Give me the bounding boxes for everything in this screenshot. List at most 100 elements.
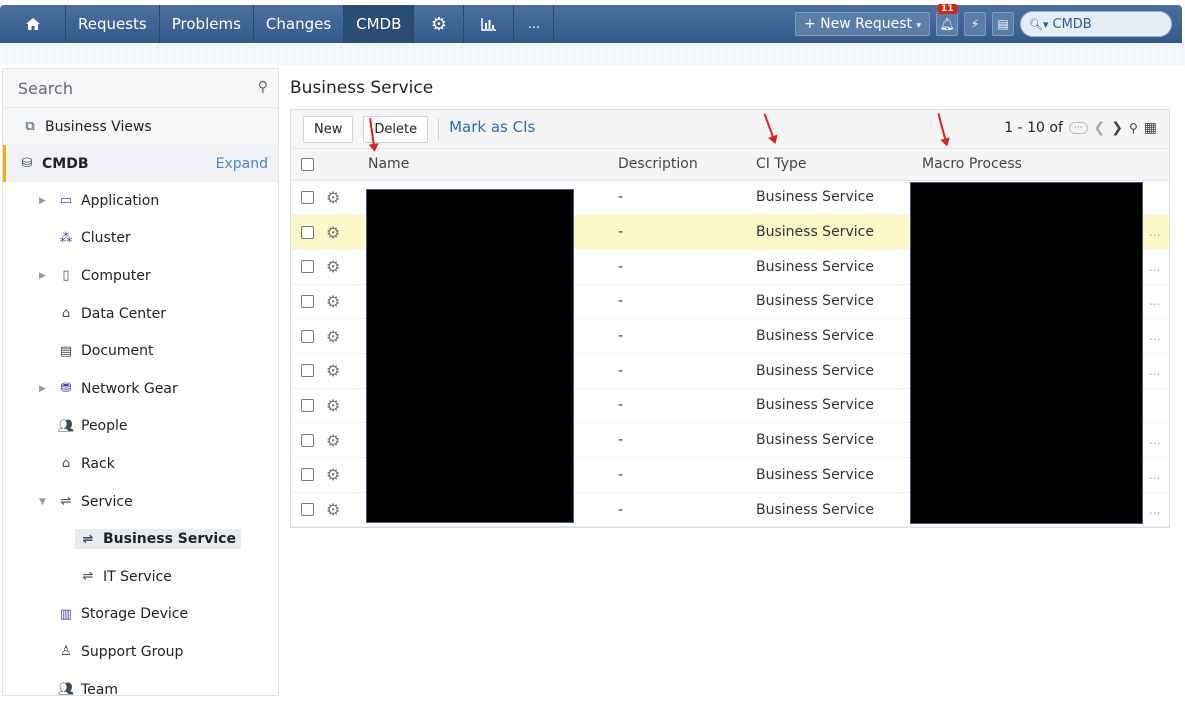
- sidebar-item-label: Business Service: [103, 531, 236, 548]
- sidebar-item-computer[interactable]: ▶ ▯ Computer: [3, 257, 278, 295]
- gear-icon[interactable]: ⚙: [326, 396, 340, 415]
- search-icon: 🔍︎▾: [1029, 17, 1049, 31]
- sidebar-item-cmdb[interactable]: ⛁ CMDB Expand: [3, 145, 278, 182]
- collapse-arrow-icon[interactable]: ▼: [39, 497, 57, 507]
- sidebar-item-people[interactable]: 👥︎ People: [3, 408, 278, 446]
- row-checkbox[interactable]: [301, 260, 314, 274]
- gear-icon[interactable]: ⚙: [326, 500, 340, 519]
- sidebar: Search ⚲ ⧉ Business Views ⛁ CMDB Expand …: [2, 68, 279, 698]
- more-cell: ...: [1149, 492, 1169, 528]
- quick-actions-button[interactable]: ⚡︎: [964, 12, 986, 36]
- ci-type-cell: Business Service: [756, 180, 922, 216]
- gear-icon[interactable]: ⚙: [326, 465, 340, 484]
- sidebar-item-label: IT Service: [103, 568, 172, 585]
- sidebar-item-rack[interactable]: ⌂ Rack: [3, 445, 278, 483]
- sidebar-item-data-center[interactable]: ⌂ Data Center: [3, 295, 278, 333]
- description-cell: -: [618, 353, 756, 389]
- row-checkbox[interactable]: [301, 225, 314, 239]
- tab-cmdb[interactable]: CMDB: [344, 5, 415, 43]
- sidebar-search-placeholder: Search: [18, 78, 73, 98]
- row-checkbox[interactable]: [301, 190, 314, 204]
- gear-icon[interactable]: ⚙: [326, 257, 340, 276]
- global-search[interactable]: 🔍︎▾ CMDB: [1020, 11, 1172, 37]
- sidebar-item-business-views[interactable]: ⧉ Business Views: [3, 108, 278, 145]
- expand-arrow-icon[interactable]: ▶: [39, 196, 57, 206]
- reports-icon: [481, 18, 496, 31]
- row-checkbox[interactable]: [301, 294, 314, 308]
- sidebar-item-business-service[interactable]: ⇌ Business Service: [3, 520, 278, 558]
- gear-icon[interactable]: ⚙: [326, 188, 340, 207]
- select-all-checkbox[interactable]: [301, 157, 314, 171]
- more-cell: ...: [1149, 249, 1169, 285]
- notifications-button[interactable]: 11 🔔︎: [936, 4, 958, 36]
- service-icon: ⇌: [60, 494, 72, 510]
- row-checkbox[interactable]: [301, 398, 314, 412]
- sidebar-item-label: Rack: [81, 455, 115, 472]
- admin-tab[interactable]: ⚙: [414, 5, 465, 43]
- search-scope: CMDB: [1052, 16, 1092, 32]
- gear-icon[interactable]: ⚙: [326, 361, 340, 380]
- more-cell: ...: [1149, 318, 1169, 354]
- gear-icon[interactable]: ⚙: [326, 292, 340, 311]
- top-nav: Requests Problems Changes CMDB ⚙ ... + N…: [0, 4, 1182, 43]
- tab-requests[interactable]: Requests: [66, 5, 160, 43]
- new-button[interactable]: New: [303, 115, 354, 143]
- new-request-button[interactable]: + New Request ▾: [794, 12, 930, 36]
- home-icon: [25, 18, 40, 30]
- total-count-button[interactable]: ···: [1068, 122, 1088, 134]
- expand-link[interactable]: Expand: [216, 156, 268, 172]
- more-tab[interactable]: ...: [514, 5, 555, 43]
- next-page-icon[interactable]: ❯: [1111, 120, 1123, 136]
- notes-button[interactable]: ▤: [992, 12, 1014, 36]
- expand-arrow-icon[interactable]: ▶: [39, 384, 57, 394]
- team-icon: 👥︎: [57, 682, 75, 698]
- expand-arrow-icon[interactable]: ▶: [39, 271, 57, 281]
- sidebar-item-document[interactable]: ▤ Document: [3, 332, 278, 370]
- sidebar-item-storage-device[interactable]: ▥ Storage Device: [3, 596, 278, 634]
- gear-icon[interactable]: ⚙: [326, 223, 340, 242]
- sidebar-item-network-gear[interactable]: ▶ ⛃ Network Gear: [3, 370, 278, 408]
- tab-changes[interactable]: Changes: [254, 5, 345, 43]
- gear-icon[interactable]: ⚙: [326, 431, 340, 450]
- sidebar-item-it-service[interactable]: ⇌ IT Service: [3, 558, 278, 596]
- selected-item: ⇌ Business Service: [75, 529, 241, 550]
- sidebar-item-cluster[interactable]: ⁂ Cluster: [3, 220, 278, 258]
- column-header-description[interactable]: Description: [618, 149, 756, 181]
- nav-divider-strip: [0, 43, 1185, 65]
- document-icon: ▤: [59, 343, 73, 359]
- prev-page-icon[interactable]: ❮: [1094, 120, 1106, 136]
- tab-problems[interactable]: Problems: [160, 5, 254, 43]
- row-checkbox[interactable]: [301, 329, 314, 343]
- chevron-down-icon: ▾: [916, 21, 921, 31]
- ci-type-cell: Business Service: [756, 388, 922, 424]
- mark-as-cis-link[interactable]: Mark as CIs: [449, 118, 535, 136]
- sidebar-item-support-group[interactable]: ♙ Support Group: [3, 633, 278, 671]
- search-icon[interactable]: ⚲: [1129, 121, 1138, 135]
- row-checkbox[interactable]: [301, 364, 314, 378]
- column-header-name[interactable]: Name: [368, 149, 618, 181]
- home-tab[interactable]: [0, 5, 66, 43]
- description-cell: -: [618, 318, 756, 354]
- row-checkbox[interactable]: [301, 503, 314, 517]
- sidebar-item-label: Data Center: [81, 305, 166, 322]
- column-header-macro-process[interactable]: Macro Process: [922, 149, 1149, 181]
- sidebar-item-label: Support Group: [81, 643, 184, 660]
- sidebar-search-input[interactable]: Search ⚲: [3, 69, 278, 108]
- service-icon: ⇌: [82, 531, 94, 547]
- ci-type-cell: Business Service: [756, 284, 922, 320]
- row-checkbox[interactable]: [301, 433, 314, 447]
- row-checkbox[interactable]: [301, 468, 314, 482]
- sidebar-item-label: Team: [81, 681, 119, 698]
- notes-icon: ▤: [997, 17, 1009, 31]
- sidebar-item-team[interactable]: 👥︎ Team: [3, 671, 278, 708]
- table-header-row: Name Description CI Type Macro Process: [291, 149, 1169, 181]
- cluster-icon: ⁂: [59, 230, 73, 246]
- column-chooser-icon[interactable]: ▦: [1144, 120, 1157, 136]
- sidebar-item-application[interactable]: ▶ ▭ Application: [3, 182, 278, 220]
- column-header-ci-type[interactable]: CI Type: [756, 149, 922, 181]
- reports-tab[interactable]: [464, 5, 515, 43]
- gear-icon[interactable]: ⚙: [326, 327, 340, 346]
- sidebar-item-label: Computer: [81, 267, 151, 284]
- support-group-icon: ♙: [60, 644, 72, 660]
- sidebar-item-service[interactable]: ▼ ⇌ Service: [3, 483, 278, 521]
